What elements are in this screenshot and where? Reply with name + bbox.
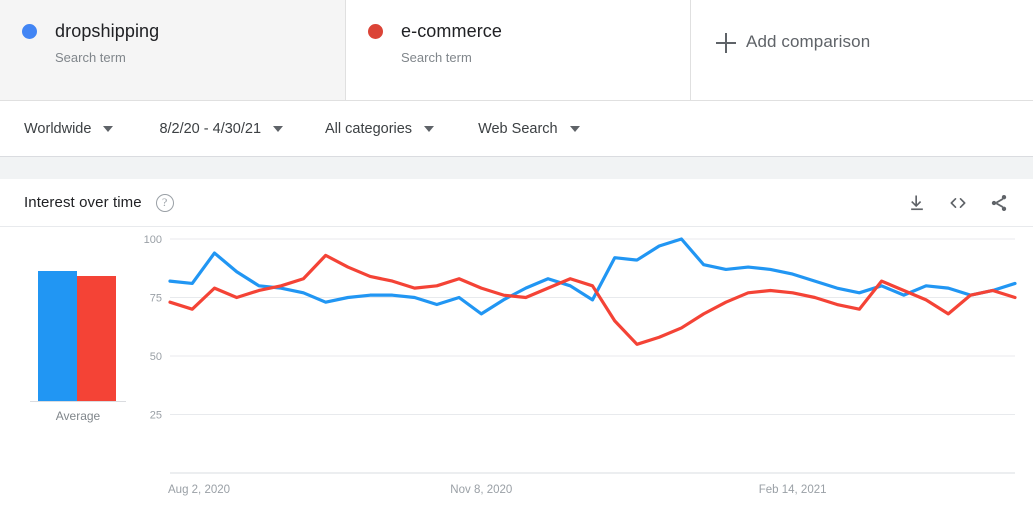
chart-title: Interest over time (24, 194, 142, 211)
chevron-down-icon (103, 125, 114, 132)
line-chart-svg[interactable]: 25 50 75 100 Aug 2, 2020 Nov 8, 2020 Feb 14, 2… (140, 227, 1025, 521)
average-bar-chart: Average (22, 245, 132, 423)
average-bar-dropshipping[interactable] (38, 271, 77, 401)
search-term-label: dropshipping (55, 21, 160, 41)
filter-search-type-label: Web Search (478, 120, 558, 137)
chart-body: Average 25 50 75 100 Aug 2, 2020 Nov 8, 2020 F… (0, 227, 1033, 521)
section-separator (0, 157, 1033, 179)
chevron-down-icon (569, 125, 580, 132)
interest-over-time-card: Interest over time ? Average 25 50 75 10… (0, 179, 1033, 522)
embed-code-icon[interactable] (947, 193, 969, 213)
filter-category[interactable]: All categories (325, 120, 435, 137)
line-chart[interactable]: 25 50 75 100 Aug 2, 2020 Nov 8, 2020 Feb 14, 2… (140, 227, 1025, 521)
y-axis-tick-label: 25 (150, 410, 162, 422)
filter-bar: Worldwide 8/2/20 - 4/30/21 All categorie… (0, 101, 1033, 157)
help-icon[interactable]: ? (155, 193, 174, 212)
average-bar-ecommerce[interactable] (77, 276, 116, 401)
average-label: Average (55, 409, 101, 423)
search-terms-bar: dropshipping Search term e-commerce Sear… (0, 0, 1033, 101)
search-term-card-2[interactable]: e-commerce Search term (346, 0, 691, 100)
x-axis-tick-label: Aug 2, 2020 (168, 484, 230, 496)
download-icon[interactable] (907, 193, 927, 213)
legend-dot-red (368, 24, 383, 39)
average-axis-line (30, 401, 126, 402)
chart-actions (907, 193, 1009, 213)
filter-category-label: All categories (325, 120, 413, 137)
search-term-label: e-commerce (401, 21, 503, 41)
y-axis-tick-label: 75 (150, 293, 162, 305)
filter-search-type[interactable]: Web Search (478, 121, 580, 137)
legend-dot-blue (22, 24, 37, 39)
x-axis-tick-label: Nov 8, 2020 (450, 484, 512, 496)
filter-time-range-label: 8/2/20 - 4/30/21 (159, 120, 262, 137)
x-axis-tick-label: Feb 14, 2021 (759, 484, 827, 496)
add-comparison-button[interactable]: Add comparison (691, 0, 1033, 100)
add-comparison-label: Add comparison (746, 32, 871, 51)
chart-header: Interest over time ? (0, 179, 1033, 227)
share-icon[interactable] (989, 193, 1009, 213)
search-term-card-1[interactable]: dropshipping Search term (0, 0, 346, 100)
filter-region-label: Worldwide (24, 120, 92, 137)
search-term-type: Search term (55, 50, 126, 65)
filter-time-range[interactable]: 8/2/20 - 4/30/21 (159, 120, 284, 137)
series-line-dropshipping[interactable] (168, 237, 1017, 316)
chevron-down-icon (273, 125, 284, 132)
y-axis-tick-label: 50 (150, 351, 162, 363)
plus-icon (716, 33, 736, 53)
average-bars (38, 271, 118, 401)
chevron-down-icon (424, 125, 435, 132)
y-axis-tick-label: 100 (144, 234, 162, 246)
search-term-type: Search term (401, 50, 472, 65)
filter-region[interactable]: Worldwide (24, 120, 114, 137)
